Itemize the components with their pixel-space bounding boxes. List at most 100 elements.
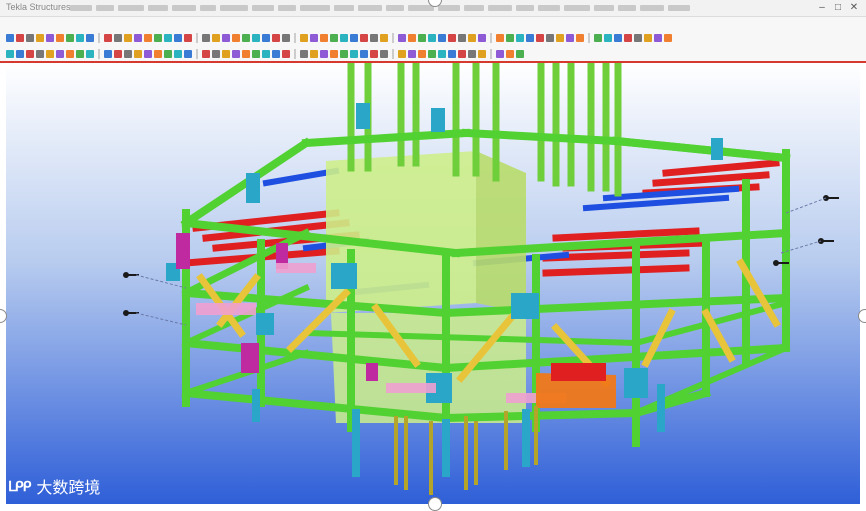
menu-item[interactable] bbox=[172, 5, 196, 11]
toolbar-tool-icon[interactable] bbox=[184, 50, 192, 58]
toolbar-tool-icon[interactable] bbox=[478, 50, 486, 58]
toolbar-tool-icon[interactable] bbox=[468, 50, 476, 58]
toolbar-tool-icon[interactable] bbox=[428, 50, 436, 58]
toolbar-tool-icon[interactable] bbox=[76, 34, 84, 42]
toolbar-tool-icon[interactable] bbox=[154, 34, 162, 42]
toolbar-tool-icon[interactable] bbox=[320, 50, 328, 58]
toolbar-tool-icon[interactable] bbox=[330, 34, 338, 42]
toolbar-tool-icon[interactable] bbox=[164, 34, 172, 42]
menu-item[interactable] bbox=[640, 5, 664, 11]
toolbar-tool-icon[interactable] bbox=[516, 50, 524, 58]
model-viewport[interactable] bbox=[6, 63, 860, 504]
toolbar-tool-icon[interactable] bbox=[468, 34, 476, 42]
toolbar-tool-icon[interactable] bbox=[212, 34, 220, 42]
toolbar-tool-icon[interactable] bbox=[252, 34, 260, 42]
toolbar-tool-icon[interactable] bbox=[252, 50, 260, 58]
toolbar-tool-icon[interactable] bbox=[458, 34, 466, 42]
toolbar-tool-icon[interactable] bbox=[360, 34, 368, 42]
toolbar-tool-icon[interactable] bbox=[448, 50, 456, 58]
toolbar-tool-icon[interactable] bbox=[36, 34, 44, 42]
toolbar-tool-icon[interactable] bbox=[340, 50, 348, 58]
toolbar-tool-icon[interactable] bbox=[46, 50, 54, 58]
toolbar-tool-icon[interactable] bbox=[144, 50, 152, 58]
toolbar-tool-icon[interactable] bbox=[448, 34, 456, 42]
toolbar-tool-icon[interactable] bbox=[408, 50, 416, 58]
toolbar-tool-icon[interactable] bbox=[36, 50, 44, 58]
toolbar-tool-icon[interactable] bbox=[664, 34, 672, 42]
menu-item[interactable] bbox=[96, 5, 114, 11]
3d-model-view[interactable] bbox=[6, 63, 860, 504]
menu-item[interactable] bbox=[386, 5, 404, 11]
toolbar-tool-icon[interactable] bbox=[272, 34, 280, 42]
toolbar-tool-icon[interactable] bbox=[174, 50, 182, 58]
toolbar-tool-icon[interactable] bbox=[408, 34, 416, 42]
toolbar-tool-icon[interactable] bbox=[124, 34, 132, 42]
toolbar-tool-icon[interactable] bbox=[300, 50, 308, 58]
toolbar-tool-icon[interactable] bbox=[232, 50, 240, 58]
toolbar-tool-icon[interactable] bbox=[202, 34, 210, 42]
toolbar-tool-icon[interactable] bbox=[124, 50, 132, 58]
toolbar-tool-icon[interactable] bbox=[104, 50, 112, 58]
menu-item[interactable] bbox=[516, 5, 534, 11]
toolbar-tool-icon[interactable] bbox=[340, 34, 348, 42]
toolbar-tool-icon[interactable] bbox=[380, 50, 388, 58]
toolbar-tool-icon[interactable] bbox=[222, 50, 230, 58]
toolbar-tool-icon[interactable] bbox=[164, 50, 172, 58]
toolbar-tool-icon[interactable] bbox=[300, 34, 308, 42]
toolbar-tool-icon[interactable] bbox=[16, 34, 24, 42]
toolbar-tool-icon[interactable] bbox=[350, 34, 358, 42]
menu-item[interactable] bbox=[618, 5, 636, 11]
menu-item[interactable] bbox=[70, 5, 92, 11]
toolbar-tool-icon[interactable] bbox=[526, 34, 534, 42]
menu-item[interactable] bbox=[438, 5, 460, 11]
toolbar-tool-icon[interactable] bbox=[26, 50, 34, 58]
toolbar-tool-icon[interactable] bbox=[478, 34, 486, 42]
menu-item[interactable] bbox=[358, 5, 382, 11]
toolbar-tool-icon[interactable] bbox=[566, 34, 574, 42]
minimize-button[interactable]: – bbox=[814, 0, 830, 16]
toolbar-tool-icon[interactable] bbox=[516, 34, 524, 42]
toolbar-tool-icon[interactable] bbox=[232, 34, 240, 42]
close-button[interactable]: ✕ bbox=[846, 0, 862, 16]
toolbar-tool-icon[interactable] bbox=[418, 50, 426, 58]
menu-item[interactable] bbox=[408, 5, 434, 11]
toolbar-tool-icon[interactable] bbox=[438, 34, 446, 42]
toolbar-tool-icon[interactable] bbox=[418, 34, 426, 42]
toolbar-tool-icon[interactable] bbox=[56, 50, 64, 58]
toolbar-tool-icon[interactable] bbox=[144, 34, 152, 42]
toolbar-tool-icon[interactable] bbox=[360, 50, 368, 58]
menu-item[interactable] bbox=[118, 5, 144, 11]
toolbar-tool-icon[interactable] bbox=[56, 34, 64, 42]
toolbar-tool-icon[interactable] bbox=[624, 34, 632, 42]
toolbar-tool-icon[interactable] bbox=[398, 50, 406, 58]
toolbar-tool-icon[interactable] bbox=[26, 34, 34, 42]
toolbar-tool-icon[interactable] bbox=[76, 50, 84, 58]
toolbar-tool-icon[interactable] bbox=[202, 50, 210, 58]
toolbar-tool-icon[interactable] bbox=[496, 34, 504, 42]
toolbar-tool-icon[interactable] bbox=[262, 34, 270, 42]
toolbar-tool-icon[interactable] bbox=[546, 34, 554, 42]
toolbar-tool-icon[interactable] bbox=[104, 34, 112, 42]
toolbar-tool-icon[interactable] bbox=[46, 34, 54, 42]
toolbar-tool-icon[interactable] bbox=[134, 34, 142, 42]
menu-item[interactable] bbox=[464, 5, 484, 11]
toolbar-tool-icon[interactable] bbox=[398, 34, 406, 42]
toolbar-tool-icon[interactable] bbox=[634, 34, 642, 42]
menu-item[interactable] bbox=[252, 5, 274, 11]
toolbar-tool-icon[interactable] bbox=[604, 34, 612, 42]
toolbar-tool-icon[interactable] bbox=[174, 34, 182, 42]
toolbar-tool-icon[interactable] bbox=[330, 50, 338, 58]
toolbar-tool-icon[interactable] bbox=[66, 34, 74, 42]
menu-item[interactable] bbox=[594, 5, 614, 11]
bottom-resize-handle[interactable] bbox=[428, 497, 442, 511]
toolbar-tool-icon[interactable] bbox=[66, 50, 74, 58]
menu-item[interactable] bbox=[220, 5, 248, 11]
toolbar-tool-icon[interactable] bbox=[506, 50, 514, 58]
toolbar-tool-icon[interactable] bbox=[576, 34, 584, 42]
toolbar-tool-icon[interactable] bbox=[496, 50, 504, 58]
toolbar-tool-icon[interactable] bbox=[310, 50, 318, 58]
toolbar-tool-icon[interactable] bbox=[320, 34, 328, 42]
toolbar-tool-icon[interactable] bbox=[272, 50, 280, 58]
menu-item[interactable] bbox=[200, 5, 216, 11]
toolbar-tool-icon[interactable] bbox=[16, 50, 24, 58]
